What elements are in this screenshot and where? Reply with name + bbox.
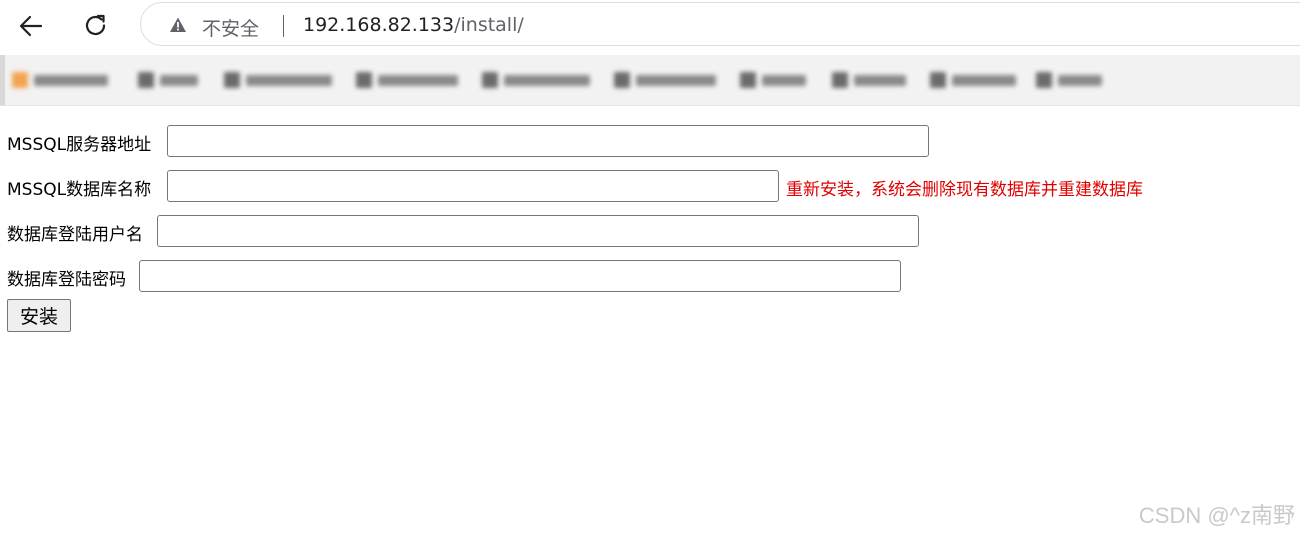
bookmark-folder[interactable] bbox=[356, 71, 458, 89]
install-form: MSSQL服务器地址 MSSQL数据库名称 重新安装，系统会删除现有数据库并重建… bbox=[0, 106, 1300, 535]
bookmark-label bbox=[378, 74, 458, 86]
reinstall-warning-text: 重新安装，系统会删除现有数据库并重建数据库 bbox=[786, 180, 1143, 200]
bookmark-label bbox=[762, 74, 806, 86]
bookmark-label bbox=[160, 74, 198, 86]
browser-toolbar: 不安全 192.168.82.133/install/ bbox=[0, 0, 1300, 52]
bookmark-folder[interactable] bbox=[1036, 71, 1102, 89]
folder-icon bbox=[930, 72, 946, 88]
bookmarks-bar bbox=[0, 55, 1300, 106]
server-address-input[interactable] bbox=[167, 125, 929, 157]
bookmark-folder[interactable] bbox=[482, 71, 590, 89]
install-button[interactable]: 安装 bbox=[7, 299, 71, 332]
bookmark-folder[interactable] bbox=[740, 71, 806, 89]
bookmark-label bbox=[504, 74, 590, 86]
db-password-label: 数据库登陆密码 bbox=[7, 270, 126, 290]
database-name-label: MSSQL数据库名称 bbox=[7, 180, 152, 200]
bookmark-folder[interactable] bbox=[832, 71, 906, 89]
bookmark-favicon-icon bbox=[12, 72, 28, 88]
watermark-text: CSDN @^z南野 bbox=[1138, 503, 1295, 528]
database-name-input[interactable] bbox=[167, 170, 779, 202]
db-password-input[interactable] bbox=[139, 260, 901, 292]
folder-icon bbox=[138, 72, 154, 88]
folder-icon bbox=[482, 72, 498, 88]
reload-icon bbox=[85, 14, 106, 36]
address-divider bbox=[283, 15, 284, 37]
folder-icon bbox=[1036, 72, 1052, 88]
folder-icon bbox=[356, 72, 372, 88]
address-bar[interactable]: 不安全 192.168.82.133/install/ bbox=[140, 2, 1300, 46]
bookmarks-bar-edge bbox=[0, 55, 5, 105]
folder-icon bbox=[224, 72, 240, 88]
security-status-text[interactable]: 不安全 bbox=[202, 14, 259, 41]
url-text[interactable]: 192.168.82.133/install/ bbox=[303, 14, 524, 36]
folder-icon bbox=[832, 72, 848, 88]
bookmark-folder[interactable] bbox=[930, 71, 1016, 89]
bookmark-label bbox=[246, 74, 332, 86]
url-path: /install/ bbox=[454, 14, 524, 36]
bookmark-label bbox=[952, 74, 1016, 86]
bookmark-label bbox=[1058, 74, 1102, 86]
folder-icon bbox=[614, 72, 630, 88]
bookmark-label bbox=[34, 74, 108, 86]
bookmark-item[interactable] bbox=[12, 71, 108, 89]
server-address-label: MSSQL服务器地址 bbox=[7, 135, 152, 155]
bookmark-folder[interactable] bbox=[138, 71, 198, 89]
folder-icon bbox=[740, 72, 756, 88]
bookmark-folder[interactable] bbox=[614, 71, 716, 89]
back-button[interactable] bbox=[13, 8, 49, 44]
reload-button[interactable] bbox=[78, 8, 114, 44]
bookmark-label bbox=[636, 74, 716, 86]
back-arrow-icon bbox=[19, 15, 43, 37]
db-username-input[interactable] bbox=[157, 215, 919, 247]
bookmark-folder[interactable] bbox=[224, 71, 332, 89]
db-username-label: 数据库登陆用户名 bbox=[7, 225, 143, 245]
bookmark-label bbox=[854, 74, 906, 86]
warning-triangle-icon[interactable] bbox=[169, 16, 187, 34]
url-host: 192.168.82.133 bbox=[303, 14, 455, 36]
